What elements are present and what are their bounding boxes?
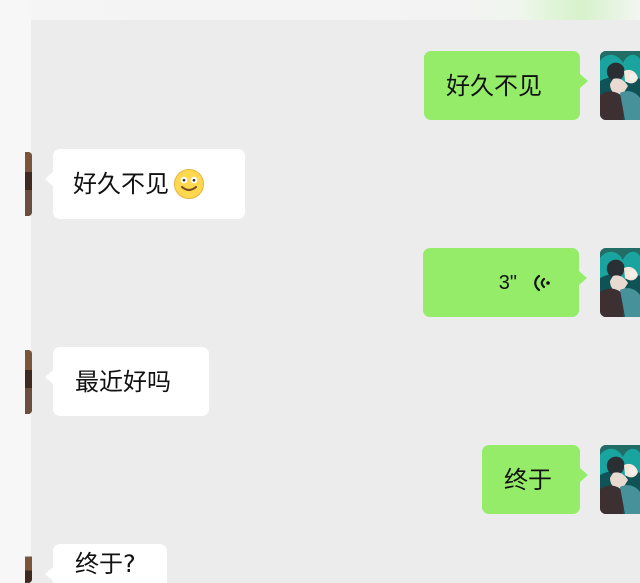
message-text: 好久不见: [73, 170, 169, 198]
self-avatar[interactable]: [600, 51, 640, 120]
partner-avatar[interactable]: [25, 350, 32, 414]
side-panel-edge: [0, 0, 32, 583]
voice-message-content: 3": [441, 272, 553, 294]
header-highlight: [517, 0, 640, 20]
message-text: 终于?: [75, 550, 136, 578]
smile-emoji-icon: [173, 168, 205, 200]
partner-avatar[interactable]: [25, 152, 32, 216]
voice-duration: 3": [498, 271, 517, 294]
message-bubble-received[interactable]: 最近好吗: [45, 347, 209, 416]
voice-wave-icon: [531, 272, 553, 294]
voice-message-bubble[interactable]: 3": [423, 248, 587, 317]
message-bubble-sent[interactable]: 终于: [482, 445, 588, 514]
self-avatar[interactable]: [600, 248, 640, 317]
partner-avatar[interactable]: [25, 544, 32, 583]
message-text: 最近好吗: [75, 367, 171, 396]
message-bubble-received[interactable]: 终于?: [45, 544, 167, 583]
self-avatar[interactable]: [600, 445, 640, 514]
message-bubble-received[interactable]: 好久不见: [45, 149, 245, 219]
message-text: 好久不见: [446, 71, 542, 100]
message-text: 终于: [504, 465, 552, 494]
chat-screen: 好久不见 好久不见 3" 最近好吗 终于 终于?: [0, 0, 640, 583]
chat-header: [31, 0, 640, 21]
message-bubble-sent[interactable]: 好久不见: [424, 51, 588, 120]
